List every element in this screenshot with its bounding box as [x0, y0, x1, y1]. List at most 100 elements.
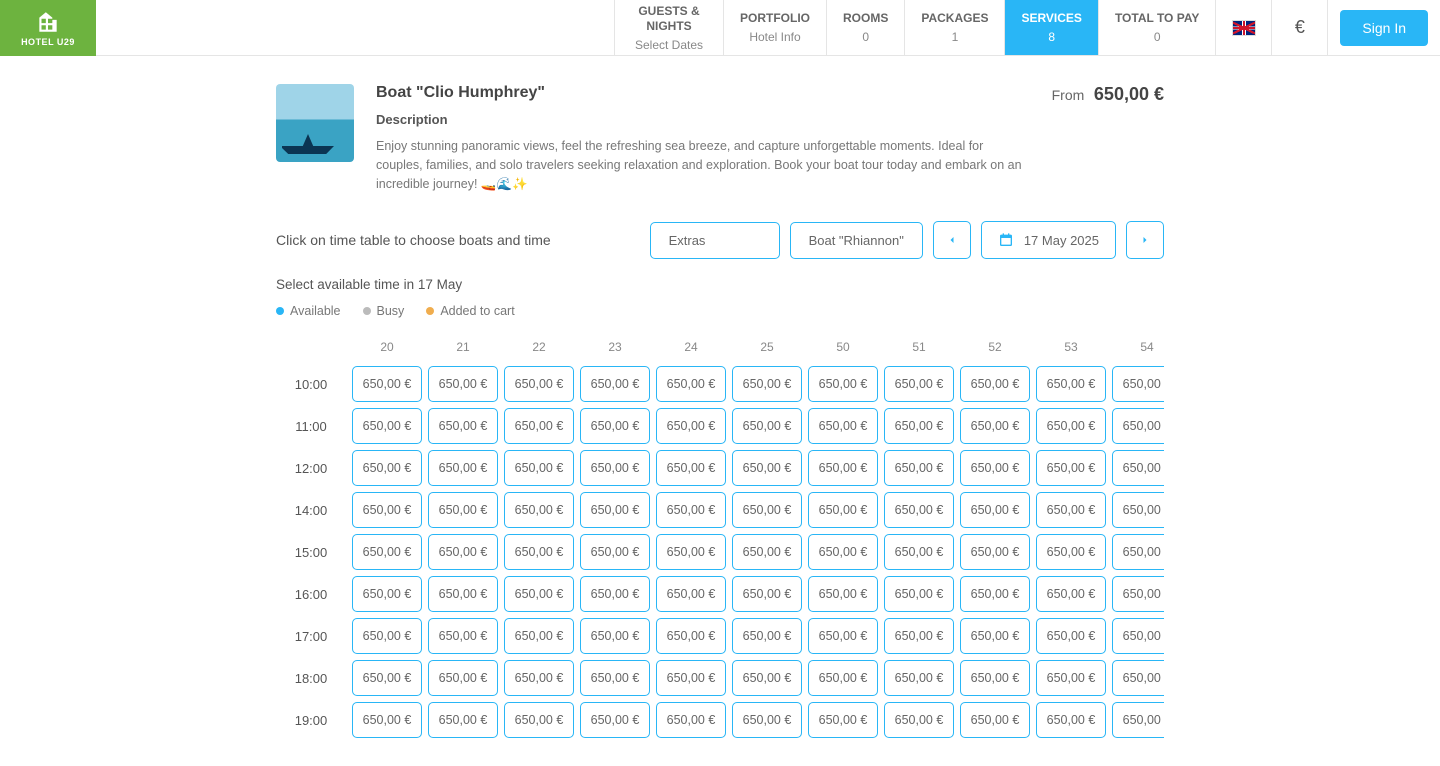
timeslot-button[interactable]: 650,00 € [504, 492, 574, 528]
timeslot-button[interactable]: 650,00 € [428, 660, 498, 696]
timeslot-button[interactable]: 650,00 € [1112, 408, 1164, 444]
prev-date-button[interactable] [933, 221, 971, 259]
timeslot-button[interactable]: 650,00 € [1036, 534, 1106, 570]
timeslot-button[interactable]: 650,00 € [580, 492, 650, 528]
nav-services[interactable]: SERVICES 8 [1004, 0, 1097, 55]
timeslot-button[interactable]: 650,00 € [580, 534, 650, 570]
timeslot-button[interactable]: 650,00 € [656, 492, 726, 528]
timeslot-button[interactable]: 650,00 € [504, 660, 574, 696]
timeslot-button[interactable]: 650,00 € [428, 408, 498, 444]
timeslot-button[interactable]: 650,00 € [580, 450, 650, 486]
timeslot-button[interactable]: 650,00 € [1112, 660, 1164, 696]
timeslot-button[interactable]: 650,00 € [960, 618, 1030, 654]
timeslot-button[interactable]: 650,00 € [1036, 576, 1106, 612]
date-picker-button[interactable]: 17 May 2025 [981, 221, 1116, 259]
timeslot-button[interactable]: 650,00 € [428, 618, 498, 654]
timeslot-button[interactable]: 650,00 € [960, 534, 1030, 570]
timeslot-button[interactable]: 650,00 € [808, 534, 878, 570]
timeslot-button[interactable]: 650,00 € [656, 408, 726, 444]
timeslot-button[interactable]: 650,00 € [884, 534, 954, 570]
timeslot-button[interactable]: 650,00 € [580, 660, 650, 696]
nav-portfolio[interactable]: PORTFOLIO Hotel Info [723, 0, 826, 55]
timeslot-button[interactable]: 650,00 € [352, 702, 422, 738]
timeslot-button[interactable]: 650,00 € [428, 450, 498, 486]
timeslot-button[interactable]: 650,00 € [1112, 618, 1164, 654]
timeslot-button[interactable]: 650,00 € [1036, 618, 1106, 654]
timeslot-button[interactable]: 650,00 € [428, 534, 498, 570]
timeslot-button[interactable]: 650,00 € [580, 576, 650, 612]
timeslot-button[interactable]: 650,00 € [352, 660, 422, 696]
timeslot-button[interactable]: 650,00 € [732, 366, 802, 402]
timeslot-button[interactable]: 650,00 € [352, 366, 422, 402]
timeslot-button[interactable]: 650,00 € [960, 702, 1030, 738]
timeslot-button[interactable]: 650,00 € [808, 492, 878, 528]
timeslot-button[interactable]: 650,00 € [504, 450, 574, 486]
next-date-button[interactable] [1126, 221, 1164, 259]
timeslot-button[interactable]: 650,00 € [504, 576, 574, 612]
timeslot-button[interactable]: 650,00 € [732, 576, 802, 612]
timeslot-button[interactable]: 650,00 € [352, 576, 422, 612]
timeslot-button[interactable]: 650,00 € [808, 366, 878, 402]
timeslot-button[interactable]: 650,00 € [504, 534, 574, 570]
timeslot-button[interactable]: 650,00 € [808, 618, 878, 654]
timetable-wrap[interactable]: 202122232425505152535410:00650,00 €650,0… [276, 338, 1164, 738]
timeslot-button[interactable]: 650,00 € [656, 450, 726, 486]
logo[interactable]: HOTEL U29 [0, 0, 96, 56]
timeslot-button[interactable]: 650,00 € [884, 492, 954, 528]
timeslot-button[interactable]: 650,00 € [1036, 492, 1106, 528]
timeslot-button[interactable]: 650,00 € [884, 618, 954, 654]
timeslot-button[interactable]: 650,00 € [656, 534, 726, 570]
nav-packages[interactable]: PACKAGES 1 [904, 0, 1004, 55]
timeslot-button[interactable]: 650,00 € [352, 534, 422, 570]
timeslot-button[interactable]: 650,00 € [732, 492, 802, 528]
timeslot-button[interactable]: 650,00 € [732, 408, 802, 444]
timeslot-button[interactable]: 650,00 € [884, 450, 954, 486]
timeslot-button[interactable]: 650,00 € [656, 366, 726, 402]
timeslot-button[interactable]: 650,00 € [1112, 534, 1164, 570]
timeslot-button[interactable]: 650,00 € [960, 660, 1030, 696]
timeslot-button[interactable]: 650,00 € [732, 660, 802, 696]
timeslot-button[interactable]: 650,00 € [1112, 702, 1164, 738]
timeslot-button[interactable]: 650,00 € [1036, 366, 1106, 402]
nav-guests-nights[interactable]: GUESTS & NIGHTS Select Dates [614, 0, 723, 55]
timeslot-button[interactable]: 650,00 € [504, 408, 574, 444]
timeslot-button[interactable]: 650,00 € [428, 492, 498, 528]
timeslot-button[interactable]: 650,00 € [504, 366, 574, 402]
language-selector[interactable] [1215, 0, 1271, 55]
timeslot-button[interactable]: 650,00 € [960, 492, 1030, 528]
timeslot-button[interactable]: 650,00 € [732, 702, 802, 738]
timeslot-button[interactable]: 650,00 € [808, 702, 878, 738]
timeslot-button[interactable]: 650,00 € [352, 450, 422, 486]
timeslot-button[interactable]: 650,00 € [1036, 660, 1106, 696]
timeslot-button[interactable]: 650,00 € [808, 660, 878, 696]
timeslot-button[interactable]: 650,00 € [352, 492, 422, 528]
nav-total[interactable]: TOTAL TO PAY 0 [1098, 0, 1215, 55]
timeslot-button[interactable]: 650,00 € [656, 702, 726, 738]
timeslot-button[interactable]: 650,00 € [352, 618, 422, 654]
signin-button[interactable]: Sign In [1340, 10, 1428, 46]
timeslot-button[interactable]: 650,00 € [960, 366, 1030, 402]
currency-selector[interactable]: € [1271, 0, 1327, 55]
timeslot-button[interactable]: 650,00 € [884, 366, 954, 402]
timeslot-button[interactable]: 650,00 € [732, 450, 802, 486]
timeslot-button[interactable]: 650,00 € [1112, 366, 1164, 402]
timeslot-button[interactable]: 650,00 € [580, 366, 650, 402]
timeslot-button[interactable]: 650,00 € [656, 660, 726, 696]
timeslot-button[interactable]: 650,00 € [504, 702, 574, 738]
timeslot-button[interactable]: 650,00 € [732, 534, 802, 570]
timeslot-button[interactable]: 650,00 € [960, 408, 1030, 444]
timeslot-button[interactable]: 650,00 € [884, 408, 954, 444]
timeslot-button[interactable]: 650,00 € [504, 618, 574, 654]
timeslot-button[interactable]: 650,00 € [428, 576, 498, 612]
timeslot-button[interactable]: 650,00 € [808, 408, 878, 444]
extras-dropdown[interactable]: Extras [650, 222, 780, 259]
nav-rooms[interactable]: ROOMS 0 [826, 0, 904, 55]
timeslot-button[interactable]: 650,00 € [884, 702, 954, 738]
timeslot-button[interactable]: 650,00 € [580, 618, 650, 654]
timeslot-button[interactable]: 650,00 € [884, 660, 954, 696]
timeslot-button[interactable]: 650,00 € [732, 618, 802, 654]
timeslot-button[interactable]: 650,00 € [656, 618, 726, 654]
timeslot-button[interactable]: 650,00 € [1112, 492, 1164, 528]
timeslot-button[interactable]: 650,00 € [1036, 408, 1106, 444]
timeslot-button[interactable]: 650,00 € [808, 576, 878, 612]
